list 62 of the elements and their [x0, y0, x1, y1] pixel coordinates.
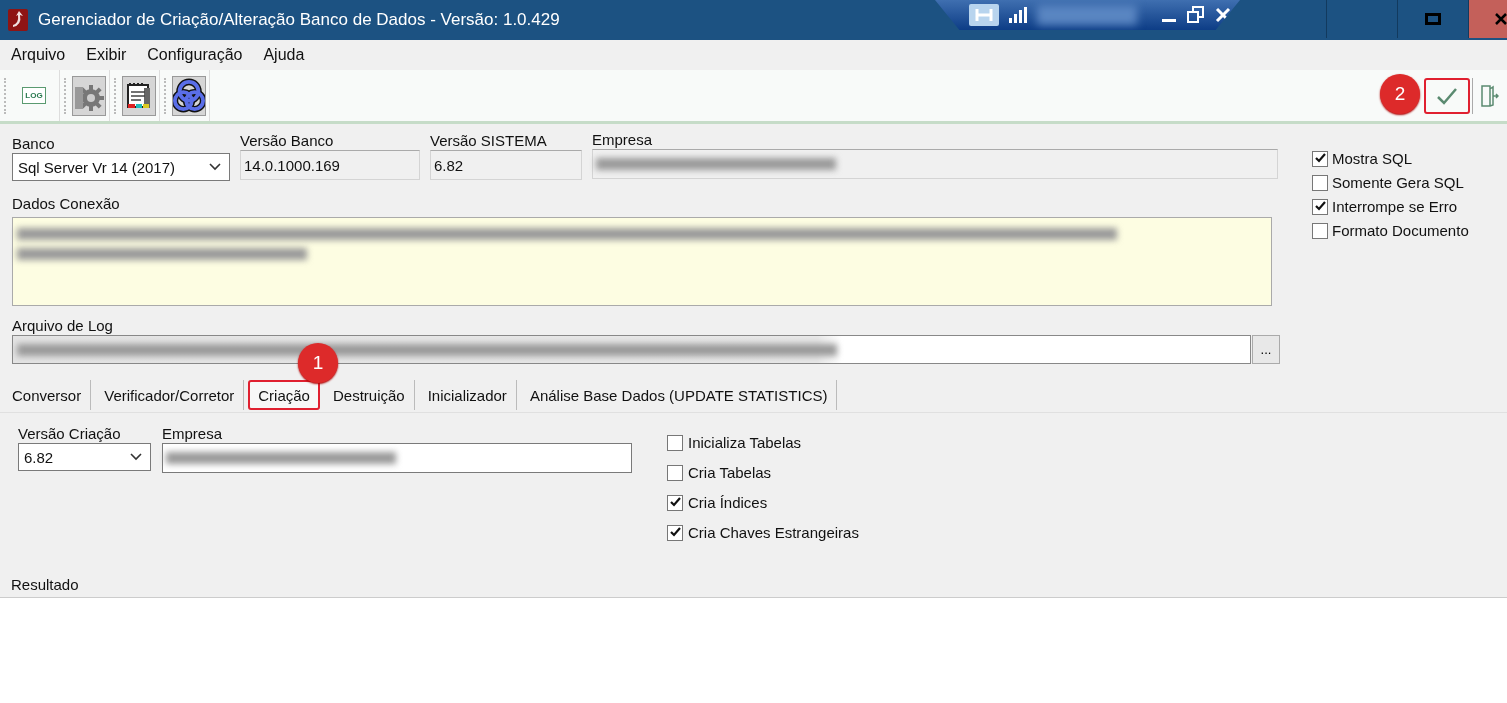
caret-icon [130, 453, 142, 461]
checkbox[interactable] [1312, 174, 1328, 191]
system-version-field[interactable]: 6.82 [430, 150, 582, 180]
checkbox-label: Mostra SQL [1332, 150, 1413, 167]
close-icon [1495, 13, 1507, 25]
checkbox[interactable] [667, 464, 683, 481]
checkbox-label: Cria Chaves Estrangeiras [688, 524, 859, 541]
tab[interactable]: Inicializador [418, 380, 517, 410]
checkbox-label: Inicializa Tabelas [688, 434, 802, 451]
close-icon[interactable] [1215, 7, 1231, 23]
field-label: Versão Banco [240, 132, 335, 150]
connection-info-area[interactable] [12, 217, 1272, 306]
door-exit-icon [1481, 83, 1499, 108]
checkbox-label: Interrompe se Erro [1332, 198, 1458, 215]
checkbox-label: Formato Documento [1332, 222, 1469, 239]
company-field[interactable] [162, 443, 632, 473]
field-label: Empresa [162, 425, 224, 443]
menu-item[interactable]: Ajuda [263, 46, 305, 64]
app-icon [8, 9, 28, 31]
checkbox[interactable] [1312, 150, 1328, 167]
caret-icon [209, 163, 221, 171]
checkbox-label: Cria Índices [688, 494, 768, 511]
database-version-field[interactable]: 14.0.1000.169 [240, 150, 420, 180]
check-icon [1436, 86, 1458, 105]
checkbox[interactable] [667, 524, 683, 541]
maximize-icon [1425, 13, 1441, 25]
tab[interactable]: Criação [248, 380, 320, 410]
creation-version-dropdown[interactable]: 6.82 [18, 443, 151, 471]
menu-item[interactable]: Configuração [147, 46, 243, 64]
browse-button[interactable]: ... [1252, 335, 1280, 364]
log-icon: LOG [22, 87, 46, 104]
restore-icon[interactable] [1187, 6, 1205, 24]
field-label: Banco [12, 135, 56, 153]
calendar-icon [126, 81, 152, 110]
settings-button[interactable] [72, 75, 106, 116]
field-label: Versão Criação [18, 425, 122, 443]
tab[interactable]: Conversor [3, 380, 92, 410]
connect-button[interactable] [172, 75, 206, 116]
tab[interactable]: Verificador/Corretor [95, 380, 245, 410]
confirm-button[interactable] [1424, 77, 1470, 114]
checkbox-label: Cria Tabelas [688, 464, 772, 481]
checkbox[interactable] [1312, 222, 1328, 239]
checkbox[interactable] [667, 434, 683, 451]
field-label: Dados Conexão [12, 195, 121, 213]
database-dropdown[interactable]: Sql Server Vr 14 (2017) [12, 153, 230, 181]
group-label: Resultado [10, 577, 80, 593]
checkbox-label: Somente Gera SQL [1332, 174, 1464, 191]
schedule-button[interactable] [122, 75, 156, 116]
menu-item[interactable]: Arquivo [11, 46, 66, 64]
field-label: Empresa [592, 131, 654, 149]
tab[interactable]: Análise Base Dados (UPDATE STATISTICS) [520, 380, 838, 410]
field-label: Versão SISTEMA [430, 132, 548, 150]
knot-icon [173, 77, 205, 114]
field-label: Arquivo de Log [12, 317, 114, 335]
window-title: Gerenciador de Criação/Alteração Banco de Dados - Versão: 1.0.429 [38, 10, 560, 30]
checkbox[interactable] [1312, 198, 1328, 215]
menu-item[interactable]: Exibir [86, 46, 127, 64]
log-button[interactable]: LOG [12, 75, 56, 116]
close-button[interactable] [1468, 0, 1507, 38]
company-field[interactable] [592, 149, 1278, 179]
checkbox[interactable] [667, 494, 683, 511]
signal-icon [1009, 7, 1027, 23]
